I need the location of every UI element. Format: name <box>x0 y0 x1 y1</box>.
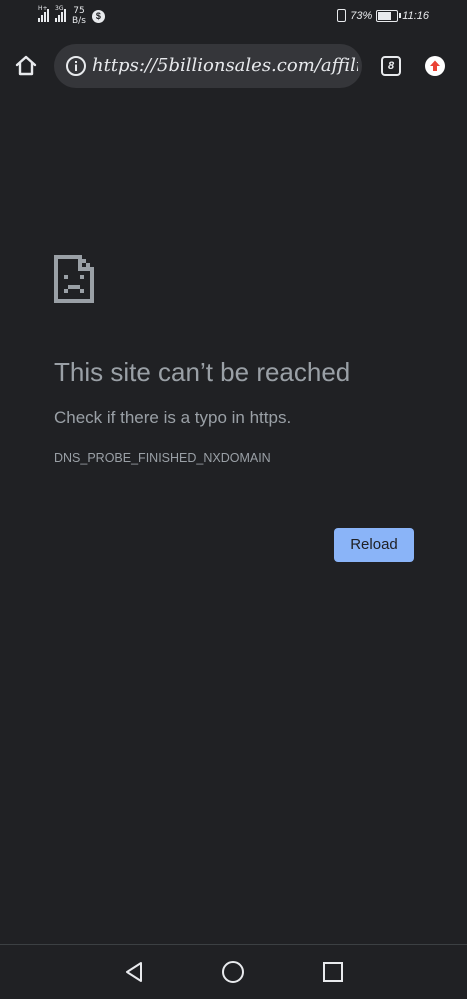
home-icon <box>15 55 37 76</box>
error-hint: Check if there is a typo in https. <box>54 408 292 427</box>
battery-fill <box>378 11 391 20</box>
home-button[interactable] <box>12 52 40 80</box>
network-speed-value: 75 <box>73 6 85 16</box>
network-speed: 75 B/s <box>72 6 86 26</box>
back-icon[interactable] <box>122 960 146 984</box>
signal-tag: 3G <box>55 5 64 12</box>
status-right: 73% 11:16 <box>337 9 429 22</box>
signal-icon: 3G <box>55 5 66 22</box>
status-bar: H+ 3G 75 B/s $ 73% 11:16 <box>0 0 467 36</box>
sad-document-icon <box>54 255 94 303</box>
tab-switcher-button[interactable]: 8 <box>381 56 401 76</box>
error-title: This site can’t be reached <box>54 357 351 387</box>
vibrate-icon <box>337 9 347 22</box>
error-code: DNS_PROBE_FINISHED_NXDOMAIN <box>54 451 271 465</box>
reload-button[interactable]: Reload <box>334 528 414 562</box>
battery-icon <box>376 9 402 22</box>
url-text[interactable]: https://5billionsales.com/affiliate/... <box>92 54 358 78</box>
battery-percent: 73% <box>350 9 373 22</box>
home-circle-icon[interactable] <box>221 960 245 984</box>
browser-screen: H+ 3G 75 B/s $ 73% 11:16 https://5billio… <box>0 0 467 999</box>
omnibox[interactable]: https://5billionsales.com/affiliate/... <box>54 44 362 88</box>
signal-icon: H+ <box>38 5 49 22</box>
clock: 11:16 <box>402 9 429 22</box>
recents-icon[interactable] <box>321 960 345 984</box>
info-icon[interactable] <box>65 55 87 77</box>
sync-icon: $ <box>91 10 105 23</box>
browser-toolbar: https://5billionsales.com/affiliate/... … <box>0 36 467 96</box>
update-arrow-icon <box>430 60 440 71</box>
network-speed-unit: B/s <box>72 16 86 26</box>
status-left: H+ 3G 75 B/s $ <box>38 5 105 26</box>
system-nav-bar <box>0 945 467 999</box>
update-button[interactable] <box>425 56 445 76</box>
tab-count: 8 <box>387 60 395 72</box>
signal-tag: H+ <box>38 5 48 12</box>
